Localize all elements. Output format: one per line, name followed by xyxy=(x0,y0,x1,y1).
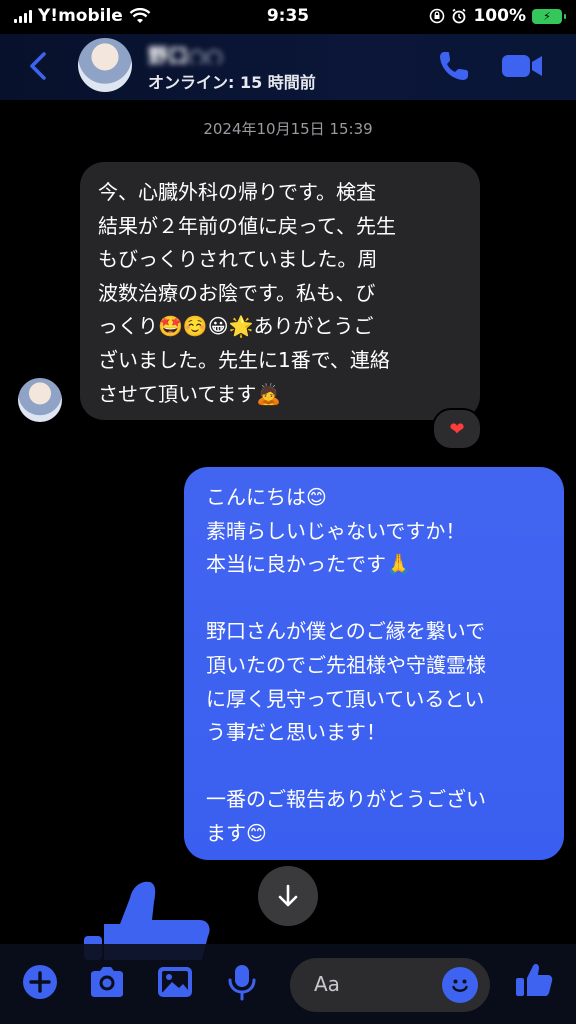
scroll-to-bottom-button[interactable] xyxy=(258,866,318,926)
contact-status: オンライン: 15 時間前 xyxy=(148,73,316,92)
contact-avatar[interactable] xyxy=(78,38,132,92)
thumbs-up-icon[interactable] xyxy=(514,960,554,1000)
plus-icon[interactable] xyxy=(20,962,60,1002)
arrow-down-icon xyxy=(278,884,298,907)
back-icon[interactable] xyxy=(24,48,54,84)
mic-icon[interactable] xyxy=(222,962,262,1002)
message-composer: Aa xyxy=(0,944,576,1024)
smile-face-icon xyxy=(452,979,468,992)
message-timestamp: 2024年10月15日 15:39 xyxy=(203,120,373,138)
emoji-icon[interactable] xyxy=(442,967,478,1003)
sender-avatar[interactable] xyxy=(18,378,62,422)
chat-header: 野口○○ オンライン: 15 時間前 xyxy=(0,34,576,100)
message-input-placeholder: Aa xyxy=(314,972,340,996)
incoming-message[interactable]: 今、心臓外科の帰りです。検査 結果が２年前の値に戻って、先生 もびっくりされてい… xyxy=(80,162,480,420)
heart-reaction[interactable]: ❤ xyxy=(432,408,482,450)
status-right: 100% ⚡ xyxy=(429,6,566,26)
rotation-lock-icon xyxy=(430,8,445,24)
contact-name[interactable]: 野口○○ xyxy=(148,40,260,64)
phone-icon[interactable] xyxy=(436,48,472,84)
alarm-icon xyxy=(452,8,467,24)
camera-icon[interactable] xyxy=(87,962,127,1002)
status-bar: Y!mobile 9:35 100% ⚡ xyxy=(0,0,576,34)
video-icon[interactable] xyxy=(500,50,544,82)
battery-percent: 100% xyxy=(473,6,526,26)
outgoing-message[interactable]: こんにちは😊 素晴らしいじゃないですか！ 本当に良かったです🙏 野口さんが僕との… xyxy=(184,467,564,860)
photo-icon[interactable] xyxy=(155,962,195,1002)
battery-icon: ⚡ xyxy=(532,8,566,24)
message-input[interactable]: Aa xyxy=(290,958,490,1012)
